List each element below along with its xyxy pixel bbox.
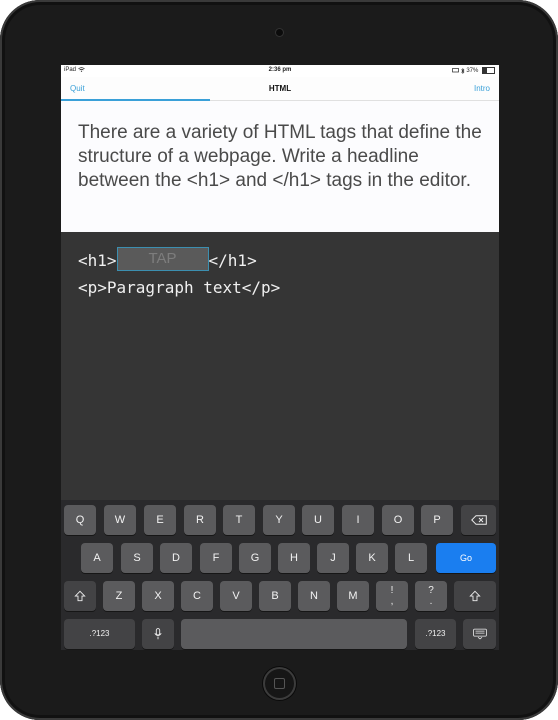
page-title: HTML	[268, 84, 292, 93]
key-z[interactable]: Z	[103, 581, 135, 611]
instruction-panel: There are a variety of HTML tags that de…	[61, 101, 499, 232]
code-editor[interactable]: <h1> TAP </h1> <p>Paragraph text</p>	[61, 232, 499, 500]
bluetooth-icon	[460, 67, 465, 74]
key-f[interactable]: F	[200, 543, 232, 573]
key-b[interactable]: B	[259, 581, 291, 611]
key-y[interactable]: Y	[263, 505, 295, 535]
key-s[interactable]: S	[121, 543, 153, 573]
comma-label: ,	[390, 596, 394, 607]
key-n[interactable]: N	[298, 581, 330, 611]
key-p[interactable]: P	[421, 505, 453, 535]
backspace-icon	[470, 515, 487, 525]
screen-mirror-icon	[452, 68, 459, 73]
key-j[interactable]: J	[317, 543, 349, 573]
tap-input-box[interactable]: TAP	[116, 246, 209, 271]
key-u[interactable]: U	[302, 505, 334, 535]
code-line-1: <h1> TAP </h1>	[78, 246, 257, 272]
go-key[interactable]: Go	[436, 543, 496, 573]
key-question-period[interactable]: ? .	[415, 581, 447, 611]
period-label: .	[429, 596, 433, 607]
key-k[interactable]: K	[356, 543, 388, 573]
screen: iPad 2:36 pm 37% Quit HTML Intro There a…	[61, 65, 499, 650]
question-label: ?	[428, 585, 434, 596]
microphone-icon	[154, 628, 162, 640]
key-exclamation-comma[interactable]: ! ,	[376, 581, 408, 611]
key-e[interactable]: E	[144, 505, 176, 535]
key-c[interactable]: C	[181, 581, 213, 611]
h1-open-tag: <h1>	[78, 251, 117, 270]
on-screen-keyboard: Q W E R T Y U I O P A S D F G H J K L Go…	[61, 500, 499, 650]
shift-key-right[interactable]	[454, 581, 496, 611]
ipad-frame: iPad 2:36 pm 37% Quit HTML Intro There a…	[0, 0, 558, 720]
h1-close-tag: </h1>	[208, 251, 257, 270]
shift-icon	[469, 590, 481, 602]
clock: 2:36 pm	[268, 67, 292, 73]
key-g[interactable]: G	[239, 543, 271, 573]
backspace-key[interactable]	[461, 505, 496, 535]
keyboard-dismiss-icon	[472, 628, 487, 640]
navigation-bar: Quit HTML Intro	[61, 77, 499, 101]
front-camera	[276, 29, 283, 36]
key-i[interactable]: I	[342, 505, 374, 535]
key-m[interactable]: M	[337, 581, 369, 611]
home-button[interactable]	[263, 667, 296, 700]
shift-icon	[74, 590, 86, 602]
key-w[interactable]: W	[104, 505, 136, 535]
status-right: 37%	[452, 67, 495, 74]
dictation-key[interactable]	[142, 619, 174, 649]
hide-keyboard-key[interactable]	[463, 619, 496, 649]
key-r[interactable]: R	[184, 505, 216, 535]
numbers-key-right[interactable]: .?123	[415, 619, 456, 649]
key-d[interactable]: D	[160, 543, 192, 573]
exclamation-label: !	[390, 585, 394, 596]
space-bar[interactable]	[181, 619, 407, 649]
key-q[interactable]: Q	[64, 505, 96, 535]
key-l[interactable]: L	[395, 543, 427, 573]
battery-icon	[482, 67, 495, 74]
key-o[interactable]: O	[382, 505, 414, 535]
key-h[interactable]: H	[278, 543, 310, 573]
status-bar: iPad 2:36 pm 37%	[61, 65, 499, 77]
numbers-key-left[interactable]: .?123	[64, 619, 135, 649]
shift-key-left[interactable]	[64, 581, 96, 611]
home-button-icon	[274, 678, 285, 689]
instruction-text: There are a variety of HTML tags that de…	[78, 122, 482, 191]
code-line-2: <p>Paragraph text</p>	[78, 278, 281, 297]
battery-percent: 37%	[466, 68, 479, 75]
key-v[interactable]: V	[220, 581, 252, 611]
intro-button[interactable]: Intro	[474, 84, 490, 93]
key-a[interactable]: A	[81, 543, 113, 573]
key-x[interactable]: X	[142, 581, 174, 611]
key-t[interactable]: T	[223, 505, 255, 535]
